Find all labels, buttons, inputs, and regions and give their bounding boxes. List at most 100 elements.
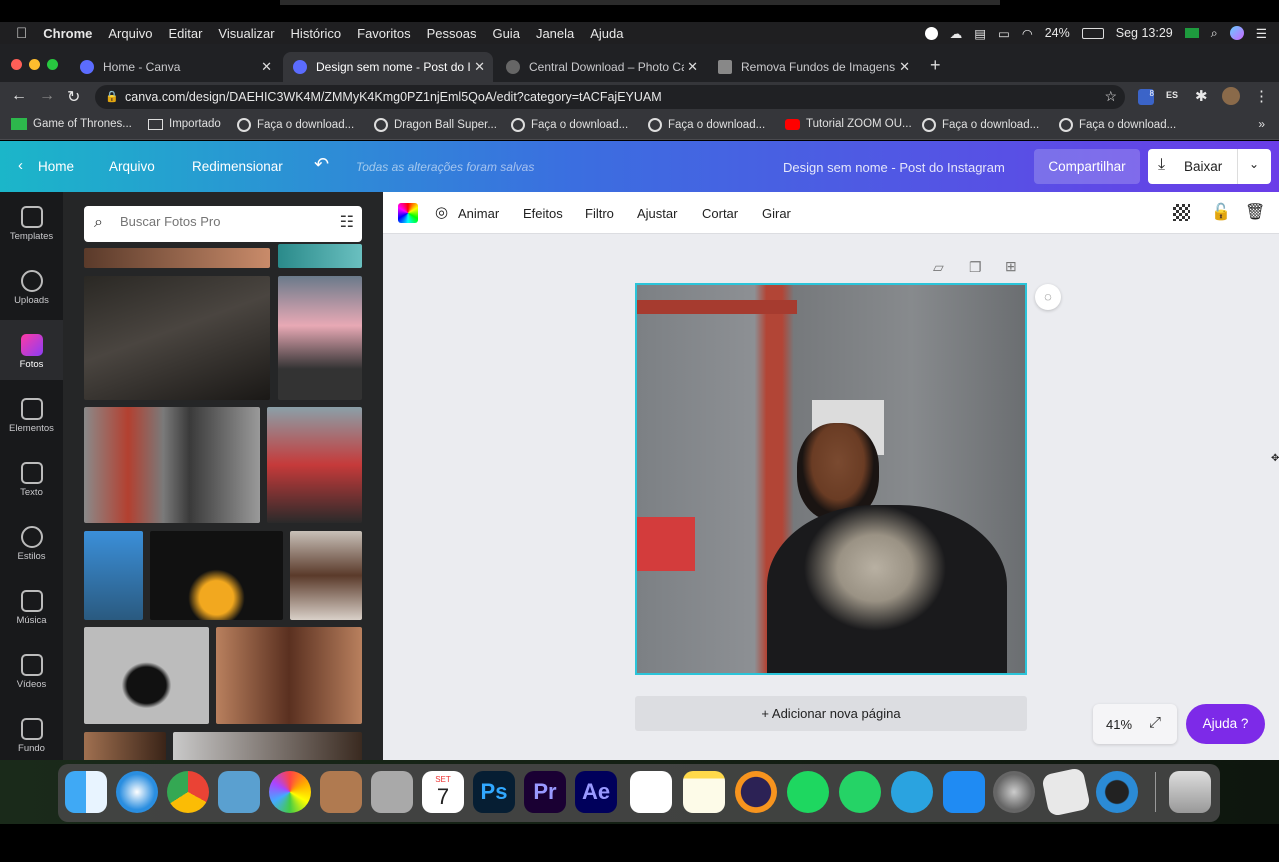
close-window-button[interactable] — [11, 59, 22, 70]
photo-thumbnail[interactable] — [278, 276, 362, 400]
rotate-button[interactable]: Girar — [762, 206, 791, 221]
duplicate-page-icon[interactable]: ❐ — [969, 259, 982, 276]
home-link[interactable]: Home — [38, 159, 74, 174]
search-input[interactable] — [120, 214, 320, 229]
add-page-button[interactable]: + Adicionar nova página — [635, 696, 1027, 731]
menu-item[interactable]: Janela — [536, 26, 574, 41]
filter-button[interactable]: Filtro — [585, 206, 614, 221]
siri-icon[interactable] — [1229, 26, 1244, 40]
bookmark-item[interactable]: Faça o download... — [1059, 118, 1176, 132]
apple-icon[interactable]:  — [16, 25, 27, 42]
photo-thumbnail[interactable] — [84, 407, 260, 523]
notes-app-icon[interactable] — [683, 771, 725, 813]
rail-item-text[interactable]: Texto — [0, 448, 63, 508]
design-canvas[interactable] — [635, 283, 1027, 675]
rail-item-music[interactable]: Música — [0, 576, 63, 636]
help-button[interactable]: Ajuda ? — [1186, 704, 1265, 744]
tab-home-canva[interactable]: Home - Canva ✕ — [70, 52, 280, 82]
record-icon[interactable] — [924, 26, 938, 40]
battery-icon[interactable] — [1081, 27, 1104, 39]
premiere-icon[interactable]: Pr — [524, 771, 566, 813]
battery-percent[interactable]: 24% — [1045, 26, 1070, 40]
share-button[interactable]: Compartilhar — [1034, 149, 1140, 184]
tab-central-download[interactable]: Central Download – Photo Can ✕ — [496, 52, 706, 82]
flag-icon[interactable] — [1184, 28, 1199, 38]
rail-item-background[interactable]: Fundo — [0, 704, 63, 764]
file-menu[interactable]: Arquivo — [109, 159, 155, 174]
lock-icon[interactable]: 🔓 — [1211, 202, 1231, 222]
spotify-icon[interactable] — [787, 771, 829, 813]
crop-button[interactable]: Cortar — [702, 206, 738, 221]
reminders-icon[interactable] — [630, 771, 672, 813]
safari-icon[interactable] — [116, 771, 158, 813]
chevron-left-icon[interactable]: ‹ — [18, 157, 23, 174]
bookmark-folder[interactable]: Importado — [148, 118, 221, 130]
menu-item[interactable]: Favoritos — [357, 26, 410, 41]
forward-icon[interactable]: → — [39, 87, 55, 105]
whatsapp-icon[interactable] — [839, 771, 881, 813]
calculator-icon[interactable] — [371, 771, 413, 813]
url-text[interactable]: canva.com/design/DAEHIC3WK4M/ZMMyK4Kmg0P… — [125, 90, 662, 104]
rail-item-templates[interactable]: Templates — [0, 192, 63, 252]
mail-icon[interactable] — [218, 771, 260, 813]
maximize-window-button[interactable] — [47, 59, 58, 70]
bookmark-item[interactable]: Faça o download... — [648, 118, 765, 132]
bookmark-item[interactable]: Faça o download... — [237, 118, 354, 132]
more-bookmarks-icon[interactable]: » — [1258, 117, 1265, 131]
roblox-icon[interactable] — [1041, 767, 1091, 817]
profile-avatar[interactable] — [1222, 87, 1240, 105]
menu-item[interactable]: Editar — [168, 26, 202, 41]
photo-thumbnail[interactable] — [278, 244, 362, 268]
add-page-icon[interactable]: ⊞ — [1005, 258, 1017, 275]
app-store-icon[interactable] — [943, 771, 985, 813]
effects-button[interactable]: Efeitos — [523, 206, 563, 221]
eclipse-icon[interactable] — [735, 771, 777, 813]
minimize-window-button[interactable] — [29, 59, 40, 70]
bookmark-item[interactable]: Dragon Ball Super... — [374, 118, 497, 132]
chrome-icon[interactable] — [167, 771, 209, 813]
search-box[interactable]: ⌕ ☷ — [84, 206, 362, 242]
photo-thumbnail[interactable] — [84, 276, 270, 400]
rail-item-photos[interactable]: Fotos — [0, 320, 63, 380]
close-tab-icon[interactable]: ✕ — [474, 59, 485, 75]
download-button[interactable]: ⤓ Baixar ⌄ — [1148, 149, 1271, 184]
bookmark-star-icon[interactable]: ☆ — [1104, 88, 1117, 105]
rail-item-uploads[interactable]: Uploads — [0, 256, 63, 316]
rail-item-videos[interactable]: Vídeos — [0, 640, 63, 700]
close-tab-icon[interactable]: ✕ — [899, 59, 910, 75]
tab-remove-bg[interactable]: Remova Fundos de Imagens – ✕ — [708, 52, 918, 82]
photo-thumbnail[interactable] — [216, 627, 362, 724]
menu-item[interactable]: Guia — [492, 26, 519, 41]
photo-thumbnail[interactable] — [84, 531, 143, 620]
resize-button[interactable]: Redimensionar — [192, 159, 283, 174]
design-title[interactable]: Design sem nome - Post do Instagram — [783, 160, 1005, 175]
puzzle-icon[interactable]: ✱ — [1195, 87, 1208, 105]
close-tab-icon[interactable]: ✕ — [261, 59, 272, 75]
adjust-button[interactable]: Ajustar — [637, 206, 677, 221]
menu-item[interactable]: Ajuda — [590, 26, 623, 41]
trash-icon[interactable] — [1169, 771, 1211, 813]
animate-icon[interactable]: ◎ — [435, 203, 448, 221]
cloud-icon[interactable]: ☁ — [950, 26, 963, 41]
chevron-down-icon[interactable]: ⌄ — [1249, 157, 1259, 171]
rail-item-elements[interactable]: Elementos — [0, 384, 63, 444]
back-icon[interactable]: ← — [11, 87, 27, 105]
extension-icon[interactable]: 8 — [1138, 89, 1154, 105]
photo-thumbnail[interactable] — [84, 248, 270, 268]
photo-thumbnail[interactable] — [84, 627, 209, 724]
wifi-icon[interactable]: ◠ — [1022, 26, 1033, 41]
bookmark-item[interactable]: Faça o download... — [511, 118, 628, 132]
reload-icon[interactable]: ↻ — [67, 87, 80, 107]
menu-item[interactable]: Visualizar — [218, 26, 274, 41]
trash-icon[interactable]: 🗑 — [1245, 202, 1265, 222]
control-center-icon[interactable]: ☰ — [1256, 26, 1267, 41]
system-preferences-icon[interactable] — [993, 771, 1035, 813]
display-icon[interactable]: ▭ — [998, 26, 1010, 41]
filter-icon[interactable]: ☷ — [340, 212, 354, 232]
calendar-icon[interactable]: SET 7 — [422, 771, 464, 813]
zoom-level[interactable]: 41% — [1106, 717, 1132, 732]
bookmark-item[interactable]: Game of Thrones... — [11, 118, 132, 130]
bookmark-item[interactable]: Faça o download... — [922, 118, 1039, 132]
clock[interactable]: Seg 13:29 — [1116, 26, 1173, 40]
fullscreen-icon[interactable]: ⤢ — [1149, 714, 1161, 731]
